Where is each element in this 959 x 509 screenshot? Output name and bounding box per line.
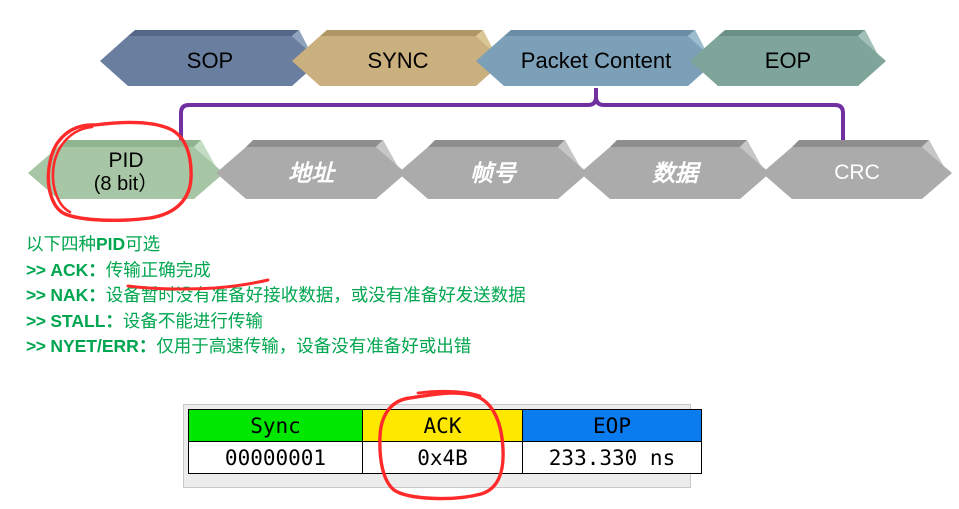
- pid-note-nak-arrow: >>: [26, 285, 46, 305]
- chevron-pid-shape: [28, 140, 224, 199]
- pid-note-nak: >> NAK：设备暂时没有准备好接收数据，或没有准备好发送数据: [26, 283, 526, 309]
- table-header-sync: Sync: [188, 409, 363, 442]
- pid-note-nyet-err-sep: ：: [138, 336, 157, 356]
- pid-note-nak-key: NAK: [50, 285, 89, 305]
- ink-circle-ack-cell-overstroke: [416, 389, 482, 398]
- pid-note-stall-arrow: >>: [26, 310, 46, 331]
- pid-note-nyet-err-key: NYET/ERR: [50, 336, 139, 356]
- pid-notes-heading: 以下四种PID可选: [26, 232, 526, 258]
- chevron-pid[interactable]: PID (8 bit）: [28, 140, 224, 206]
- chevron-data[interactable]: 数据: [580, 140, 770, 206]
- chevron-eop[interactable]: EOP: [690, 30, 886, 92]
- chevron-crc[interactable]: CRC: [762, 140, 952, 206]
- chevron-packet-content[interactable]: Packet Content: [476, 30, 716, 92]
- pid-notes: 以下四种PID可选 >> ACK：传输正确完成 >> NAK：设备暂时没有准备好…: [26, 232, 526, 360]
- table-value-ack: 0x4B: [362, 441, 523, 474]
- chevron-eop-shape: [690, 30, 886, 86]
- chevron-address[interactable]: 地址: [216, 140, 406, 206]
- chevron-address-shape: [216, 140, 406, 199]
- chevron-packet-content-shape: [476, 30, 716, 86]
- pid-note-nak-sep: ：: [88, 285, 106, 305]
- pid-note-stall: >> STALL：设备不能进行传输: [26, 309, 526, 335]
- pid-note-nyet-err-arrow: >>: [26, 336, 46, 356]
- chevron-sync-shape: [292, 30, 504, 86]
- pid-notes-heading-bold: PID: [96, 234, 126, 254]
- table-value-eop: 233.330 ns: [522, 441, 702, 474]
- pid-notes-heading-suffix: 可选: [125, 234, 161, 254]
- chevron-data-shape: [580, 140, 770, 199]
- chevron-crc-shape: [762, 140, 952, 199]
- table-header-ack: ACK: [362, 409, 523, 442]
- table-header-eop: EOP: [522, 409, 702, 442]
- pid-note-nyet-err-text: 仅用于高速传输，设备没有准备好或出错: [156, 336, 472, 356]
- pid-note-nak-text: 设备暂时没有准备好接收数据，或没有准备好发送数据: [105, 285, 526, 305]
- slide-canvas: SOP SYNC Packet Content EOP PID (8 bit） …: [0, 0, 959, 509]
- chevron-frame-number-shape: [398, 140, 588, 199]
- pid-note-stall-key: STALL: [50, 310, 106, 331]
- pid-note-stall-sep: ：: [105, 310, 123, 331]
- pid-note-ack-text: 传输正确完成: [105, 259, 211, 280]
- chevron-sop[interactable]: SOP: [100, 30, 320, 92]
- table-value-sync: 00000001: [188, 441, 363, 474]
- chevron-frame-number[interactable]: 帧号: [398, 140, 588, 206]
- chevron-sop-shape: [100, 30, 320, 86]
- pid-note-nyet-err: >> NYET/ERR：仅用于高速传输，设备没有准备好或出错: [26, 334, 526, 360]
- pid-notes-heading-prefix: 以下四种: [26, 234, 96, 254]
- pid-note-ack-arrow: >>: [26, 259, 46, 280]
- pid-note-ack-sep: ：: [88, 259, 106, 280]
- chevron-sync[interactable]: SYNC: [292, 30, 504, 92]
- packet-capture-table: Sync ACK EOP 00000001 0x4B 233.330 ns: [183, 404, 702, 488]
- pid-note-ack-key: ACK: [50, 259, 89, 280]
- table-value-row: 00000001 0x4B 233.330 ns: [188, 441, 702, 474]
- pid-note-stall-text: 设备不能进行传输: [122, 310, 263, 331]
- table-header-row: Sync ACK EOP: [188, 409, 702, 442]
- pid-note-ack: >> ACK：传输正确完成: [26, 258, 526, 284]
